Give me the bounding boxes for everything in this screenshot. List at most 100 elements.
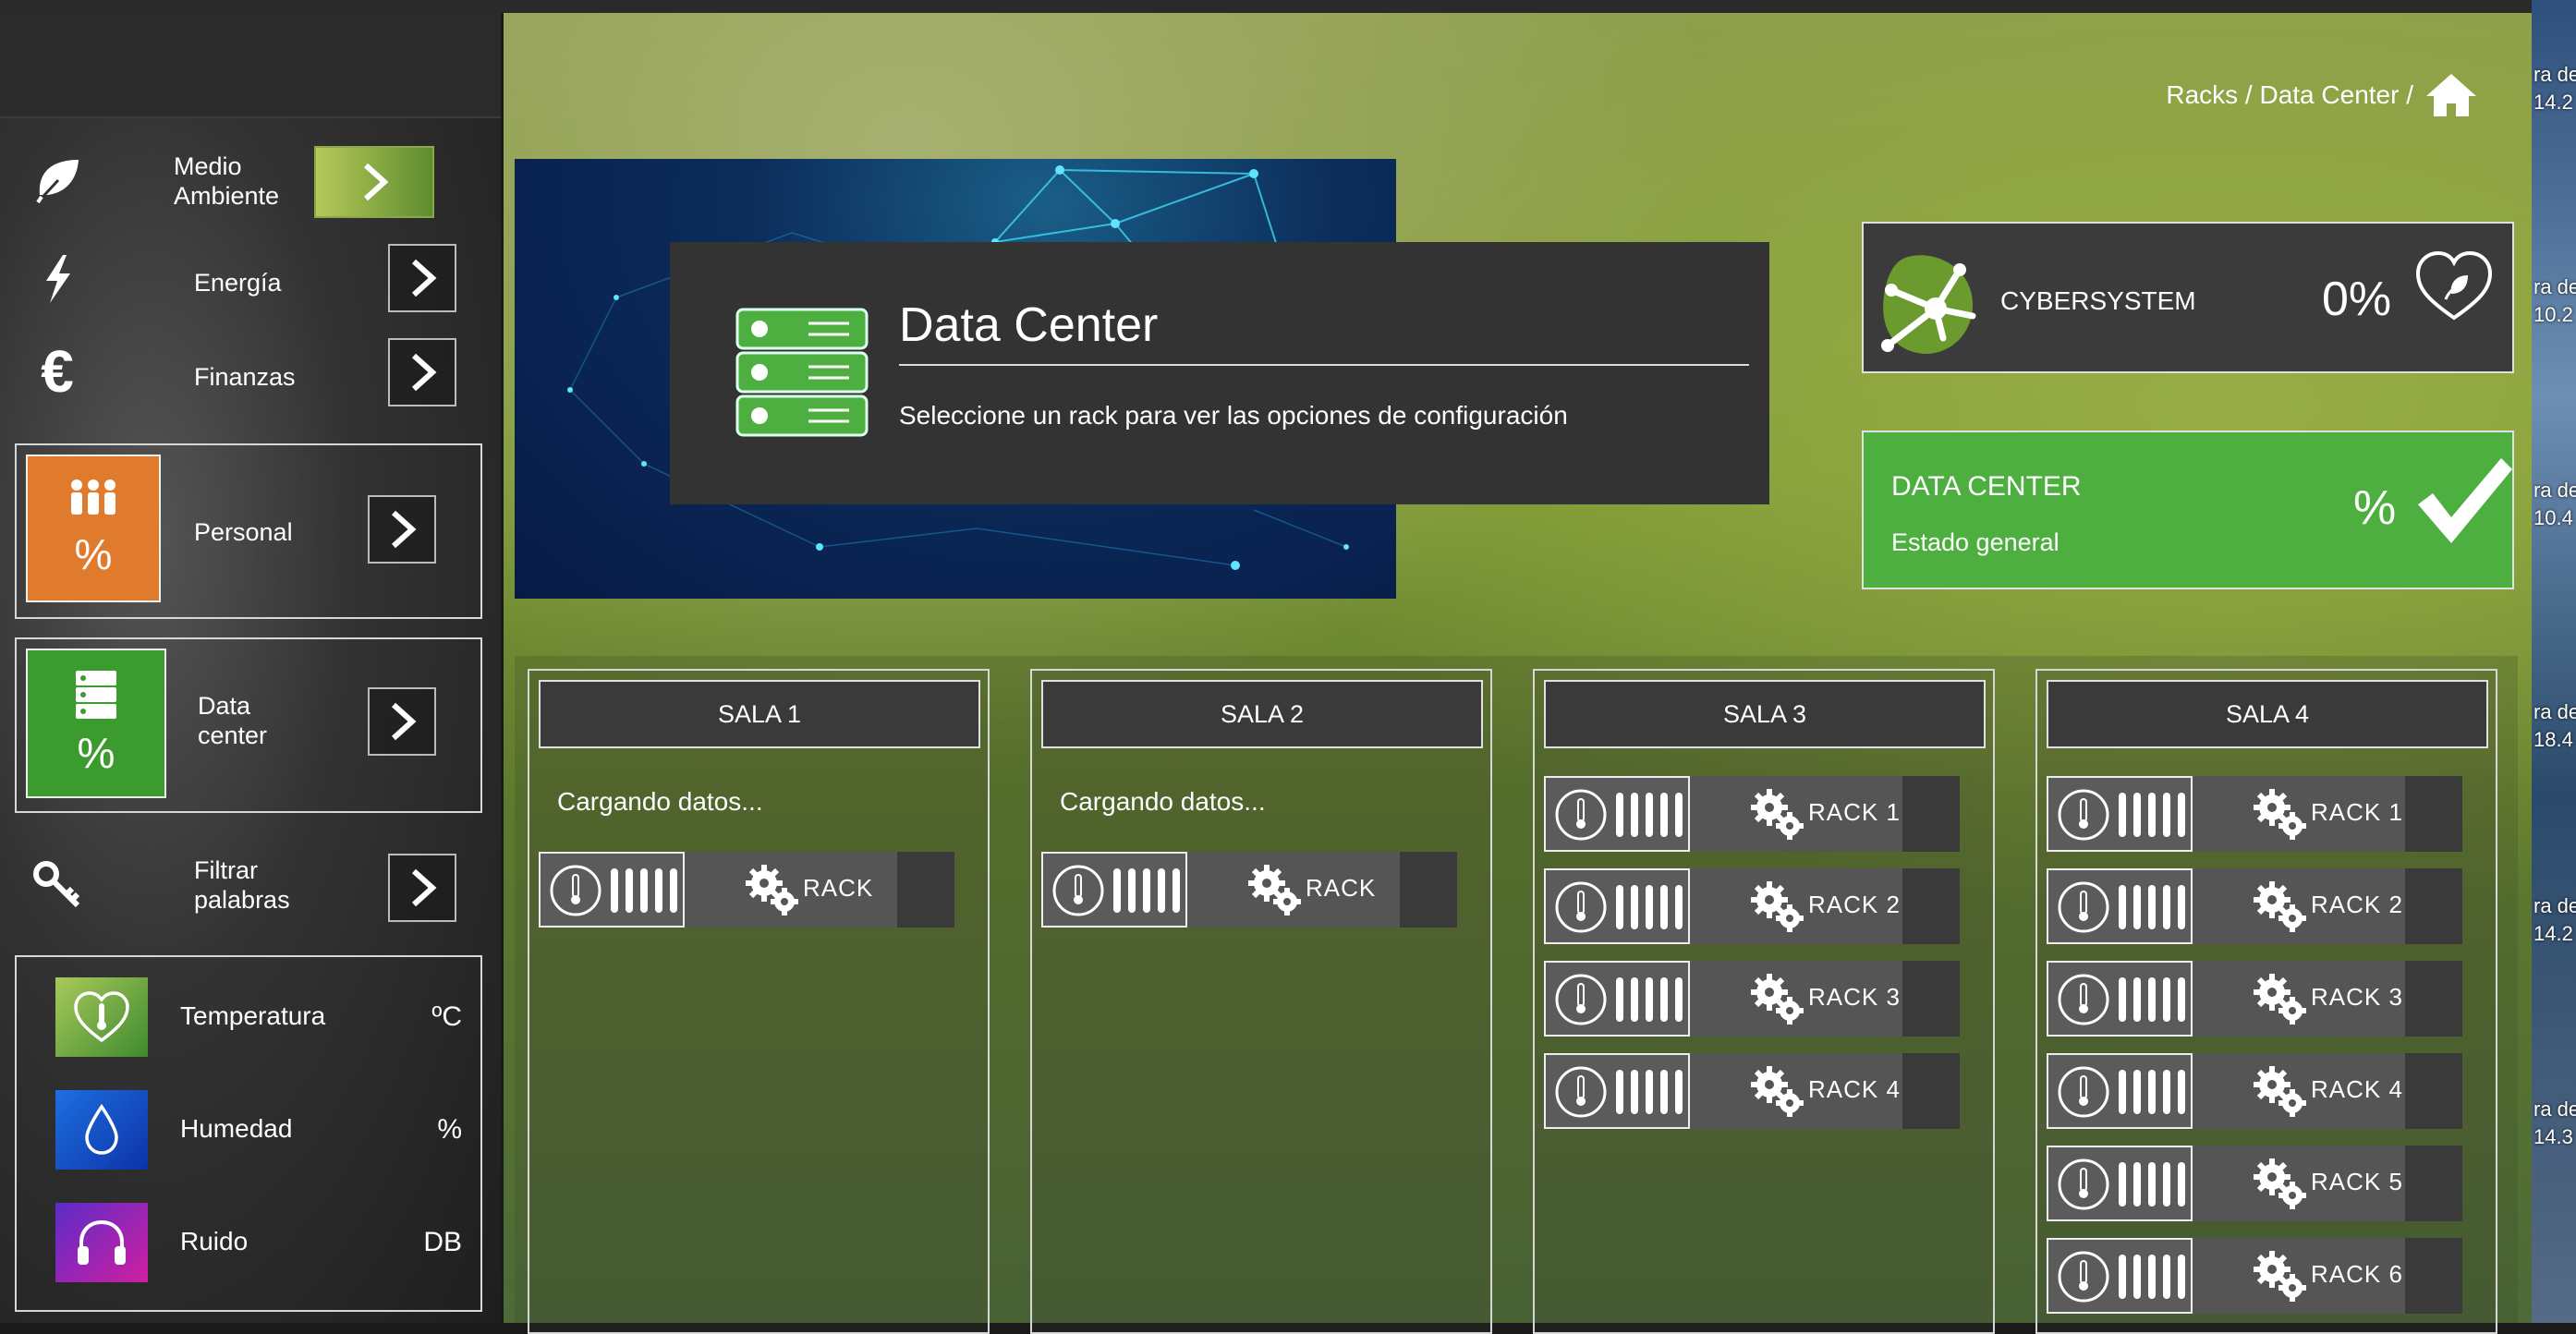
breadcrumb-path[interactable]: Racks / Data Center /: [2166, 80, 2413, 110]
vent-slots: [611, 868, 677, 913]
personal-arrow-button[interactable]: [368, 495, 436, 564]
environment-metrics-panel: Temperatura ºC Humedad % Ruido DB: [15, 955, 482, 1312]
metric-label: Humedad: [180, 1114, 293, 1143]
metric-unit: ºC: [431, 1001, 462, 1032]
rack-item[interactable]: RACK 3: [2047, 961, 2462, 1037]
rack-front: [1544, 1053, 1690, 1129]
metric-temperatura[interactable]: Temperatura ºC: [55, 977, 462, 1061]
data-center-status-card[interactable]: DATA CENTER Estado general %: [1862, 431, 2514, 589]
thermometer-icon: [2058, 881, 2109, 933]
sala-title[interactable]: SALA 1: [539, 680, 980, 748]
server-icon: [76, 671, 116, 719]
vent-slots: [2119, 885, 2185, 929]
rack-item[interactable]: RACK 6: [2047, 1238, 2462, 1314]
page-description: Seleccione un rack para ver las opciones…: [899, 401, 1568, 430]
desktop-item[interactable]: ra de: [2533, 61, 2576, 89]
desktop-item[interactable]: ra de: [2533, 477, 2576, 504]
desktop-item: 14.3: [2533, 1125, 2573, 1148]
breadcrumb[interactable]: Racks / Data Center /: [2166, 70, 2480, 120]
rack-label: RACK 2: [2311, 891, 2403, 918]
rack-item[interactable]: RACK 2: [2047, 868, 2462, 944]
sala-title[interactable]: SALA 4: [2047, 680, 2488, 748]
sidebar-item-label: Personal: [194, 518, 293, 546]
vent-slots: [1616, 885, 1683, 929]
medio-ambiente-arrow-button[interactable]: [314, 146, 434, 218]
desktop-item[interactable]: ra de: [2533, 892, 2576, 920]
chevron-right-icon: [411, 353, 437, 392]
desktop-item[interactable]: ra de: [2533, 1096, 2576, 1123]
sidebar-item-label: Energía: [194, 269, 282, 297]
cybersystem-logo-icon: [1881, 255, 1976, 354]
personal-tile: %: [26, 455, 161, 602]
desktop-item: 14.2: [2533, 922, 2573, 945]
salas-container: SALA 1 Cargando datos... RACK SALA 2 Car…: [515, 656, 2518, 1334]
thermometer-icon: [1555, 881, 1607, 933]
rack-label: RACK 2: [1808, 891, 1901, 918]
filtrar-palabras-arrow-button[interactable]: [388, 854, 456, 922]
droplet-icon: [55, 1090, 148, 1170]
sidebar-item-personal[interactable]: % Personal: [15, 443, 482, 619]
lightning-icon: [28, 249, 87, 309]
data-center-value: %: [77, 729, 115, 777]
sala-panel: SALA 4 RACK 1 RACK 2 RACK 3 RACK 4 RACK …: [2035, 669, 2497, 1334]
rack-front: [1544, 868, 1690, 944]
sidebar-item-medio-ambiente[interactable]: Medio Ambiente: [0, 142, 501, 235]
desktop-item[interactable]: ra de: [2533, 698, 2576, 726]
gears-icon: [2254, 974, 2306, 1025]
rack-label: RACK: [1306, 874, 1377, 902]
rack-front: [1041, 852, 1187, 928]
euro-icon: €: [41, 338, 74, 405]
gears-icon: [2254, 1066, 2306, 1117]
rack-end: [1902, 1053, 1960, 1129]
data-center-arrow-button[interactable]: [368, 687, 436, 756]
cybersystem-label: CYBERSYSTEM: [2000, 286, 2196, 315]
sidebar-item-label: Data center: [198, 692, 268, 749]
thermometer-icon: [2058, 789, 2109, 841]
rack-item[interactable]: RACK 1: [1544, 776, 1960, 852]
desktop-item: 10.4: [2533, 506, 2573, 529]
data-center-card-subtitle: Estado general: [1891, 528, 2060, 556]
loading-text: Cargando datos...: [557, 787, 763, 816]
finanzas-arrow-button[interactable]: [388, 338, 456, 406]
rack-item[interactable]: RACK: [1041, 852, 1457, 928]
rack-label: RACK 3: [1808, 983, 1901, 1011]
desktop-item[interactable]: ra de: [2533, 273, 2576, 301]
gears-icon: [2254, 789, 2306, 840]
rack-label: RACK 4: [1808, 1075, 1901, 1103]
rack-front: [2047, 961, 2193, 1037]
sala-title[interactable]: SALA 3: [1544, 680, 1986, 748]
vent-slots: [2119, 977, 2185, 1022]
rack-front: [2047, 1053, 2193, 1129]
cybersystem-card[interactable]: CYBERSYSTEM 0%: [1862, 222, 2514, 373]
rack-item[interactable]: RACK: [539, 852, 954, 928]
sidebar-item-data-center[interactable]: % Data center: [15, 637, 482, 813]
gears-icon: [1751, 974, 1804, 1025]
metric-ruido[interactable]: Ruido DB: [55, 1203, 462, 1286]
sidebar-item-energia[interactable]: Energía: [0, 244, 501, 336]
rack-item[interactable]: RACK 4: [2047, 1053, 2462, 1129]
chevron-right-icon: [391, 702, 417, 741]
thermometer-icon: [1555, 974, 1607, 1025]
rack-item[interactable]: RACK 3: [1544, 961, 1960, 1037]
rack-item[interactable]: RACK 5: [2047, 1146, 2462, 1221]
rack-front: [1544, 961, 1690, 1037]
chevron-right-icon: [391, 510, 417, 549]
sala-title[interactable]: SALA 2: [1041, 680, 1483, 748]
gears-icon: [2254, 881, 2306, 932]
sidebar-item-finanzas[interactable]: € Finanzas: [0, 338, 501, 431]
rack-item[interactable]: RACK 4: [1544, 1053, 1960, 1129]
rack-item[interactable]: RACK 1: [2047, 776, 2462, 852]
sidebar-item-label: Medio Ambiente: [174, 152, 280, 210]
rack-label: RACK 1: [2311, 798, 2403, 826]
energia-arrow-button[interactable]: [388, 244, 456, 312]
people-icon: [71, 479, 115, 515]
rack-label: RACK 5: [2311, 1168, 2403, 1195]
metric-humedad[interactable]: Humedad %: [55, 1090, 462, 1173]
rack-label: RACK 6: [2311, 1260, 2403, 1288]
rack-item[interactable]: RACK 2: [1544, 868, 1960, 944]
chevron-right-icon: [411, 259, 437, 297]
heart-leaf-icon: [2415, 250, 2493, 321]
sidebar-item-filtrar-palabras[interactable]: Filtrar palabras: [0, 848, 501, 940]
metric-label: Ruido: [180, 1227, 249, 1255]
data-center-card-title: DATA CENTER: [1891, 471, 2082, 502]
